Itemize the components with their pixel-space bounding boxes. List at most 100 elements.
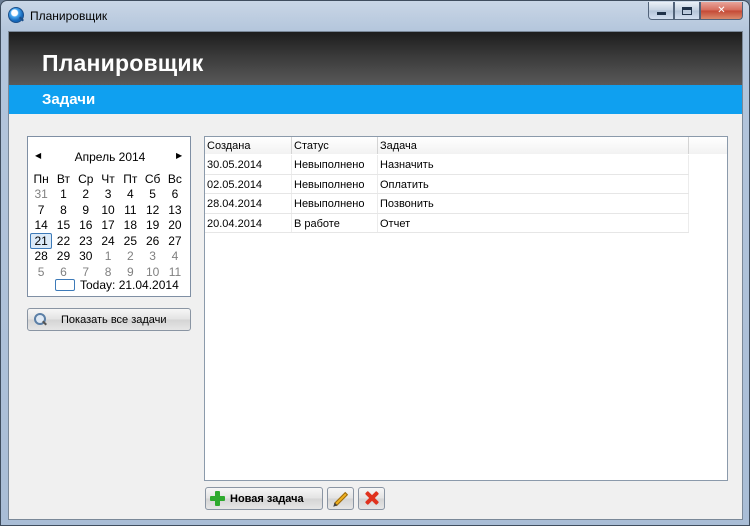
section-header: Задачи <box>9 85 742 114</box>
table-header: Создана Статус Задача <box>205 137 727 154</box>
calendar-day[interactable]: 30 <box>75 249 97 263</box>
minimize-button[interactable] <box>648 2 674 20</box>
calendar-day[interactable]: 4 <box>164 249 186 263</box>
weekday-label: Вт <box>56 171 70 186</box>
calendar-week-row: 21 22 23 24 25 26 27 <box>30 232 190 249</box>
column-header-created[interactable]: Создана <box>205 137 292 154</box>
calendar-day[interactable]: 11 <box>119 203 141 217</box>
cell-created: 28.04.2014 <box>205 194 292 213</box>
app-window: Планировщик ✕ Планировщик Задачи ◀ Апрел… <box>0 0 750 526</box>
calendar-day[interactable]: 2 <box>119 249 141 263</box>
calendar-weekday-row: Пн Вт Ср Чт Пт Сб Вс <box>30 171 190 187</box>
calendar-week-row: 28 29 30 1 2 3 4 <box>30 249 190 265</box>
pencil-icon <box>333 491 349 507</box>
calendar-day[interactable]: 10 <box>97 203 119 217</box>
edit-task-button[interactable] <box>327 487 354 510</box>
calendar-day[interactable]: 4 <box>119 187 141 201</box>
weekday-label: Сб <box>144 171 161 186</box>
cell-task: Оплатить <box>378 174 689 193</box>
weekday-label: Пт <box>123 171 138 186</box>
calendar-day[interactable]: 2 <box>75 187 97 201</box>
calendar-day[interactable]: 3 <box>141 249 163 263</box>
calendar-day[interactable]: 16 <box>75 218 97 232</box>
calendar-day[interactable]: 23 <box>75 234 97 248</box>
calendar-day[interactable]: 13 <box>164 203 186 217</box>
calendar-week-row: 31 1 2 3 4 5 6 <box>30 187 190 203</box>
cell-status: В работе <box>292 213 378 232</box>
weekday-label: Пн <box>33 171 49 186</box>
calendar-day-selected[interactable]: 21 <box>30 232 53 249</box>
calendar-week-row: 7 8 9 10 11 12 13 <box>30 202 190 218</box>
calendar-day[interactable]: 11 <box>164 265 186 279</box>
calendar-day[interactable]: 9 <box>119 265 141 279</box>
close-button[interactable]: ✕ <box>700 2 743 20</box>
title-bar[interactable]: Планировщик ✕ <box>1 1 749 31</box>
weekday-label: Ср <box>78 171 94 186</box>
calendar-today-link[interactable]: Today: 21.04.2014 <box>55 278 179 292</box>
cell-task: Назначить <box>378 155 689 174</box>
calendar-day[interactable]: 14 <box>30 218 52 232</box>
maximize-icon <box>682 6 692 15</box>
app-icon <box>8 7 24 23</box>
calendar-day[interactable]: 5 <box>30 265 52 279</box>
today-label: Today: 21.04.2014 <box>80 278 179 292</box>
table-row[interactable]: 02.05.2014 Невыполнено Оплатить <box>205 174 689 194</box>
section-title: Задачи <box>42 91 96 108</box>
app-header: Планировщик <box>9 32 742 85</box>
calendar-day[interactable]: 1 <box>52 187 74 201</box>
chevron-right-icon[interactable]: ▶ <box>176 151 182 160</box>
cell-status: Невыполнено <box>292 194 378 213</box>
column-header-task[interactable]: Задача <box>378 137 689 154</box>
calendar-day[interactable]: 6 <box>164 187 186 201</box>
calendar-day[interactable]: 18 <box>119 218 141 232</box>
calendar-day[interactable]: 19 <box>141 218 163 232</box>
calendar-day[interactable]: 7 <box>30 203 52 217</box>
calendar-day[interactable]: 20 <box>164 218 186 232</box>
cell-status: Невыполнено <box>292 155 378 174</box>
plus-icon <box>210 491 225 506</box>
month-calendar[interactable]: ◀ Апрель 2014 ▶ Пн Вт Ср Чт Пт Сб Вс 31 … <box>27 136 191 297</box>
calendar-day[interactable]: 15 <box>52 218 74 232</box>
window-controls: ✕ <box>648 2 743 21</box>
today-marker-icon <box>55 279 75 291</box>
show-all-tasks-button[interactable]: Показать все задачи <box>27 308 191 331</box>
calendar-day[interactable]: 24 <box>97 234 119 248</box>
calendar-day[interactable]: 9 <box>75 203 97 217</box>
table-row[interactable]: 30.05.2014 Невыполнено Назначить <box>205 155 689 175</box>
cell-created: 02.05.2014 <box>205 174 292 193</box>
cell-created: 20.04.2014 <box>205 213 292 232</box>
calendar-day[interactable]: 22 <box>52 234 74 248</box>
calendar-day[interactable]: 28 <box>30 249 52 263</box>
calendar-day[interactable]: 3 <box>97 187 119 201</box>
delete-task-button[interactable] <box>358 487 385 510</box>
table-body: 30.05.2014 Невыполнено Назначить 02.05.2… <box>205 155 689 233</box>
calendar-day[interactable]: 6 <box>52 265 74 279</box>
tasks-table: Создана Статус Задача 30.05.2014 Невыпол… <box>204 136 728 481</box>
cell-task: Отчет <box>378 213 689 232</box>
calendar-day[interactable]: 8 <box>97 265 119 279</box>
new-task-button[interactable]: Новая задача <box>205 487 323 510</box>
column-header-status[interactable]: Статус <box>292 137 378 154</box>
calendar-day[interactable]: 8 <box>52 203 74 217</box>
maximize-button[interactable] <box>674 2 700 20</box>
calendar-day[interactable]: 25 <box>119 234 141 248</box>
page-title: Планировщик <box>42 50 204 76</box>
client-area: Планировщик Задачи ◀ Апрель 2014 ▶ Пн Вт… <box>8 31 743 520</box>
calendar-day[interactable]: 26 <box>141 234 163 248</box>
calendar-day[interactable]: 7 <box>75 265 97 279</box>
calendar-day[interactable]: 17 <box>97 218 119 232</box>
minimize-icon <box>656 12 666 15</box>
calendar-day[interactable]: 31 <box>30 187 52 201</box>
cell-created: 30.05.2014 <box>205 155 292 174</box>
calendar-month-label[interactable]: Апрель 2014 <box>28 150 192 164</box>
calendar-day[interactable]: 12 <box>141 203 163 217</box>
table-row[interactable]: 20.04.2014 В работе Отчет <box>205 213 689 233</box>
calendar-day[interactable]: 27 <box>164 234 186 248</box>
table-row[interactable]: 28.04.2014 Невыполнено Позвонить <box>205 194 689 214</box>
cell-status: Невыполнено <box>292 174 378 193</box>
calendar-day[interactable]: 10 <box>141 265 163 279</box>
calendar-day[interactable]: 5 <box>141 187 163 201</box>
calendar-day[interactable]: 1 <box>97 249 119 263</box>
calendar-day[interactable]: 29 <box>52 249 74 263</box>
column-header-filler <box>689 137 727 154</box>
